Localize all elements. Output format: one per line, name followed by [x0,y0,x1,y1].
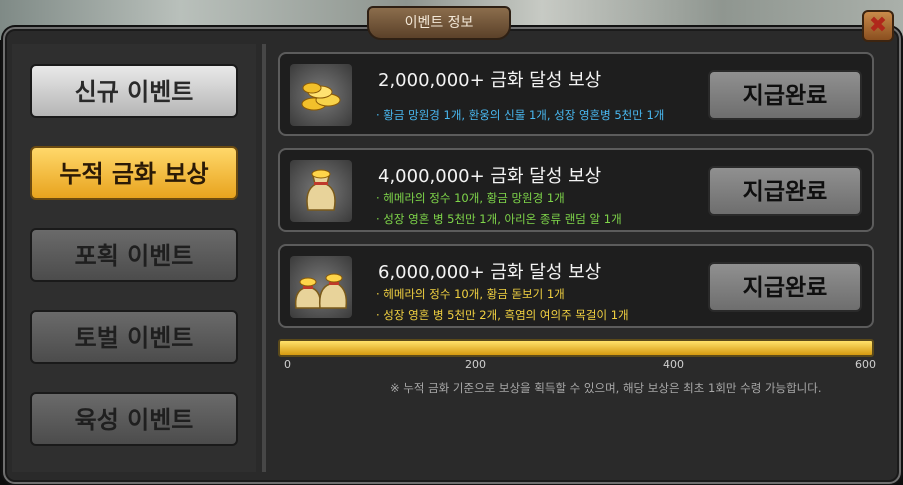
sidebar-item-new-event[interactable]: 신규 이벤트 [30,64,238,118]
reward-detail: · 황금 망원경 1개, 환웅의 신물 1개, 성장 영혼병 5천만 1개 [376,108,665,122]
close-button[interactable]: ✖ [862,10,894,42]
window-title: 이벤트 정보 [367,6,511,40]
notice-text: ※ 누적 금화 기준으로 보상을 획득할 수 있으며, 해당 보상은 최초 1회… [390,381,822,395]
reward-card: 4,000,000+ 금화 달성 보상 · 헤메라의 정수 10개, 황금 망원… [278,148,874,232]
reward-card: 6,000,000+ 금화 달성 보상 · 헤메라의 정수 10개, 황금 돋보… [278,244,874,328]
reward-title: 2,000,000+ 금화 달성 보상 [378,70,602,91]
reward-title: 4,000,000+ 금화 달성 보상 [378,166,602,187]
sidebar-item-capture-event[interactable]: 포획 이벤트 [30,228,238,282]
gold-coins-icon [290,64,352,126]
progress-tick: 600 [855,358,876,371]
reward-detail: · 헤메라의 정수 10개, 황금 돋보기 1개 [376,287,565,301]
claimed-button[interactable]: 지급완료 [708,262,862,312]
reward-card: 2,000,000+ 금화 달성 보상 · 황금 망원경 1개, 환웅의 신물 … [278,52,874,136]
reward-title: 6,000,000+ 금화 달성 보상 [378,262,602,283]
panel-divider [262,44,266,472]
progress-tick: 200 [465,358,486,371]
sidebar-item-growth-event[interactable]: 육성 이벤트 [30,392,238,446]
reward-detail: · 헤메라의 정수 10개, 황금 망원경 1개 [376,191,565,205]
sidebar-item-hunt-event[interactable]: 토벌 이벤트 [30,310,238,364]
reward-detail: · 성장 영혼 병 5천만 2개, 흑염의 여의주 목걸이 1개 [376,308,629,322]
claimed-button[interactable]: 지급완료 [708,166,862,216]
reward-detail: · 성장 영혼 병 5천만 1개, 아리온 종류 랜덤 알 1개 [376,212,622,226]
claimed-button[interactable]: 지급완료 [708,70,862,120]
gold-sack-icon [290,160,352,222]
gold-progress-bar [278,339,874,357]
progress-tick: 0 [284,358,291,371]
event-sidebar: 신규 이벤트 누적 금화 보상 포획 이벤트 토벌 이벤트 육성 이벤트 [12,44,256,472]
sidebar-item-cumulative-gold[interactable]: 누적 금화 보상 [30,146,238,200]
progress-tick: 400 [663,358,684,371]
gold-sacks-icon [290,256,352,318]
